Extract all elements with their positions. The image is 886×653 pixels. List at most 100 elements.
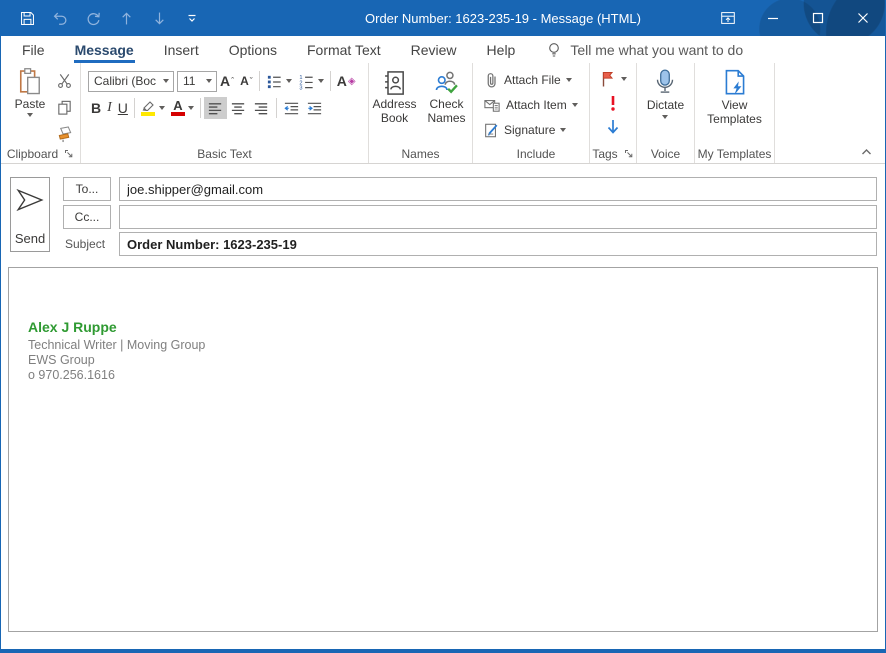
- tab-message[interactable]: Message: [60, 36, 149, 63]
- message-body[interactable]: Alex J Ruppe Technical Writer | Moving G…: [8, 267, 878, 632]
- highlight-button[interactable]: [138, 97, 168, 119]
- tab-insert[interactable]: Insert: [149, 36, 214, 63]
- flag-caret: [621, 77, 627, 81]
- tab-file[interactable]: File: [7, 36, 60, 63]
- cc-field[interactable]: [119, 205, 877, 229]
- font-name-combo[interactable]: Calibri (Boc: [88, 71, 174, 92]
- signature-caret: [560, 128, 566, 132]
- align-center-button[interactable]: [227, 97, 250, 119]
- names-group-label: Names: [401, 147, 439, 161]
- font-size-combo[interactable]: 11: [177, 71, 217, 92]
- numbering-icon: 123: [298, 73, 315, 90]
- subject-label: Subject: [63, 237, 111, 251]
- clipboard-dialog-launcher[interactable]: [64, 149, 74, 159]
- customize-quick-access-button[interactable]: [180, 5, 204, 31]
- subject-field[interactable]: [119, 232, 877, 256]
- attach-file-label: Attach File: [504, 73, 561, 87]
- font-name-caret: [163, 79, 169, 83]
- check-names-label: Check Names: [423, 97, 471, 125]
- bullets-button[interactable]: [263, 70, 295, 92]
- clear-formatting-eraser-glyph: ◈: [348, 76, 356, 87]
- format-painter-button[interactable]: [53, 123, 75, 145]
- follow-up-flag-button[interactable]: [600, 69, 627, 89]
- move-up-button[interactable]: [114, 5, 138, 31]
- signature-company: EWS Group: [28, 353, 857, 368]
- attach-item-icon: [483, 97, 501, 113]
- to-button[interactable]: To...: [63, 177, 111, 201]
- divider: [330, 71, 331, 91]
- tab-help[interactable]: Help: [472, 36, 531, 63]
- address-book-button[interactable]: Address Book: [371, 69, 419, 145]
- send-icon: [15, 186, 45, 214]
- undo-icon: [51, 9, 69, 27]
- bold-button[interactable]: B: [88, 97, 104, 119]
- copy-button[interactable]: [53, 96, 75, 118]
- italic-button[interactable]: I: [104, 97, 115, 119]
- basic-text-group-label: Basic Text: [197, 147, 251, 161]
- send-button[interactable]: Send: [10, 177, 50, 252]
- shrink-font-icon: A: [240, 75, 249, 87]
- window-controls: [705, 0, 885, 36]
- paste-button[interactable]: Paste: [9, 67, 51, 143]
- align-left-button[interactable]: [204, 97, 227, 119]
- font-color-icon: A: [171, 100, 185, 116]
- font-color-button[interactable]: A: [168, 97, 197, 119]
- include-group-footer: Include: [483, 145, 589, 163]
- signature-role: Technical Writer | Moving Group: [28, 338, 857, 353]
- high-importance-button[interactable]: [609, 93, 617, 113]
- signature-button[interactable]: Signature: [483, 118, 589, 142]
- signature-label: Signature: [504, 123, 555, 137]
- signature-name: Alex J Ruppe: [28, 319, 857, 335]
- increase-indent-button[interactable]: [303, 97, 326, 119]
- title-bar: Order Number: 1623-235-19 - Message (HTM…: [1, 0, 885, 36]
- attach-file-button[interactable]: Attach File: [483, 68, 589, 92]
- bullets-icon: [266, 73, 283, 90]
- decrease-indent-icon: [283, 100, 300, 117]
- close-button[interactable]: [840, 0, 885, 36]
- align-right-button[interactable]: [250, 97, 273, 119]
- paperclip-icon: [483, 71, 499, 89]
- include-group-label: Include: [517, 147, 556, 161]
- microphone-icon: [652, 68, 678, 98]
- cc-button[interactable]: Cc...: [63, 205, 111, 229]
- low-importance-button[interactable]: [605, 117, 621, 137]
- maximize-button[interactable]: [795, 0, 840, 36]
- save-button[interactable]: [15, 5, 39, 31]
- move-up-icon: [118, 10, 135, 27]
- ribbon-display-options-button[interactable]: [705, 0, 750, 36]
- numbering-caret: [318, 79, 324, 83]
- group-basic-text: Calibri (Boc 11 Aˆ Aˇ: [81, 63, 369, 163]
- highlight-caret: [159, 106, 165, 110]
- paste-dropdown-caret: [27, 113, 33, 117]
- tell-me-box[interactable]: Tell me what you want to do: [546, 41, 743, 59]
- dictate-button[interactable]: Dictate: [647, 68, 684, 145]
- align-right-icon: [253, 100, 270, 117]
- to-field[interactable]: [119, 177, 877, 201]
- collapse-ribbon-button[interactable]: [860, 147, 873, 157]
- check-names-button[interactable]: Check Names: [423, 69, 471, 145]
- clipboard-group-label: Clipboard: [7, 147, 58, 161]
- underline-button[interactable]: U: [115, 97, 131, 119]
- grow-font-button[interactable]: Aˆ: [217, 70, 237, 92]
- numbering-button[interactable]: 123: [295, 70, 327, 92]
- view-templates-button[interactable]: View Templates: [702, 68, 768, 145]
- ribbon-tab-bar: File Message Insert Options Format Text …: [1, 36, 885, 63]
- tab-options[interactable]: Options: [214, 36, 292, 63]
- paste-icon: [17, 67, 43, 97]
- minimize-button[interactable]: [750, 0, 795, 36]
- tags-dialog-launcher[interactable]: [624, 149, 634, 159]
- shrink-font-button[interactable]: Aˇ: [237, 70, 256, 92]
- scissors-icon: [56, 72, 73, 89]
- decrease-indent-button[interactable]: [280, 97, 303, 119]
- move-down-button[interactable]: [147, 5, 171, 31]
- basic-text-group-footer: Basic Text: [81, 145, 368, 163]
- check-names-icon: [433, 69, 461, 97]
- tab-review[interactable]: Review: [396, 36, 472, 63]
- redo-button[interactable]: [81, 5, 105, 31]
- clear-formatting-button[interactable]: A◈: [334, 70, 359, 92]
- undo-button[interactable]: [48, 5, 72, 31]
- send-label: Send: [15, 231, 45, 246]
- attach-item-button[interactable]: Attach Item: [483, 93, 589, 117]
- tab-format-text[interactable]: Format Text: [292, 36, 396, 63]
- cut-button[interactable]: [53, 69, 75, 91]
